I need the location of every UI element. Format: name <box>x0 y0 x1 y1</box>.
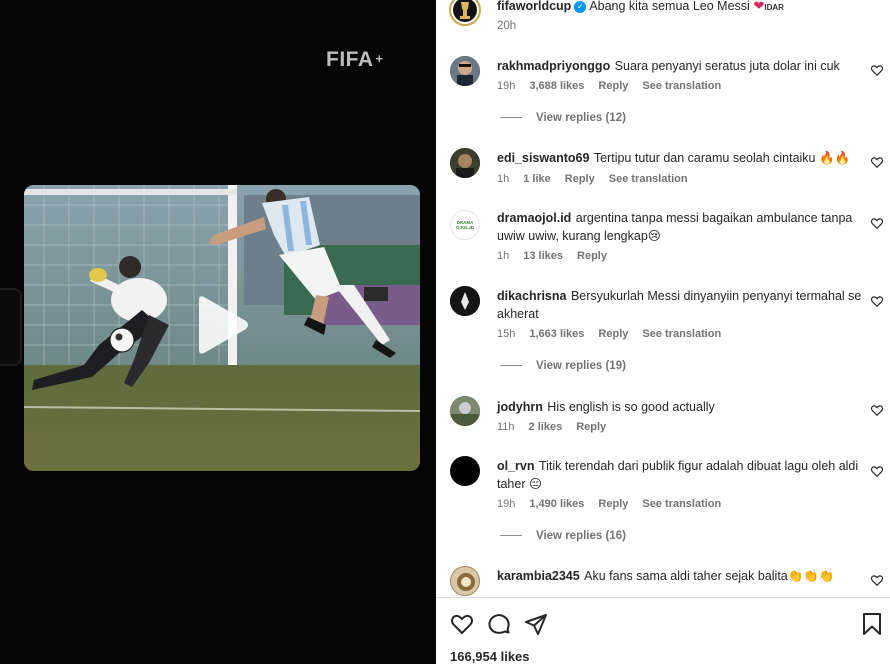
comment-meta: 1h 1 like Reply See translation <box>497 173 702 185</box>
see-translation-button[interactable]: See translation <box>642 80 721 92</box>
comment-icon[interactable] <box>487 612 511 636</box>
comment-time: 19h <box>497 498 516 510</box>
caption-line: fifaworldcup ✓ Abang kita semua Leo Messi … <box>497 0 784 15</box>
comment-likes[interactable]: 1 like <box>523 173 551 185</box>
post-time: 20h <box>497 20 517 32</box>
heart-icon[interactable] <box>870 216 884 230</box>
heart-emoji-icon: ❤ <box>753 0 765 13</box>
comment-username[interactable]: karambia2345 <box>497 569 580 583</box>
heart-icon[interactable] <box>870 155 884 169</box>
comment-body: edi_siswanto69 Tertipu tutur dan caramu … <box>497 149 862 167</box>
see-translation-button[interactable]: See translation <box>642 328 721 340</box>
previous-post-edge[interactable] <box>0 288 22 366</box>
user-photo <box>450 56 480 86</box>
comment-username[interactable]: dramaojol.id <box>497 211 571 225</box>
caption-tag: IDAR <box>764 3 784 12</box>
avatar-brand-text: DRAMA OJOL.ID <box>455 220 474 230</box>
reply-button[interactable]: Reply <box>598 328 628 340</box>
comment-time: 15h <box>497 328 516 340</box>
see-translation-button[interactable]: See translation <box>642 498 721 510</box>
reply-button[interactable]: Reply <box>576 421 606 433</box>
comment-time: 1h <box>497 173 510 185</box>
comment-text: Aku fans sama aldi taher sejak balita👏👏👏 <box>584 569 835 583</box>
comment-avatar[interactable] <box>450 566 480 596</box>
comment-time: 11h <box>497 421 515 433</box>
caption-text: Abang kita semua Leo Messi <box>589 0 750 13</box>
comment-likes[interactable]: 2 likes <box>529 421 563 433</box>
replies-divider <box>500 365 522 367</box>
reply-button[interactable]: Reply <box>598 498 628 510</box>
play-icon[interactable] <box>191 294 251 356</box>
comment-likes[interactable]: 1,663 likes <box>529 328 584 340</box>
comment-username[interactable]: dikachrisna <box>497 289 566 303</box>
comment-avatar[interactable] <box>450 396 480 426</box>
comment-text: Suara penyanyi seratus juta dolar ini cu… <box>614 59 840 73</box>
comment-body: rakhmadpriyonggo Suara penyanyi seratus … <box>497 57 862 75</box>
comment-username[interactable]: edi_siswanto69 <box>497 151 589 165</box>
heart-icon[interactable] <box>870 573 884 587</box>
post-actions-bar: 166,954 likes <box>436 597 890 664</box>
reply-button[interactable]: Reply <box>565 173 595 185</box>
reply-button[interactable]: Reply <box>598 80 628 92</box>
replies-divider <box>500 117 522 119</box>
comment-body: jodyhrn His english is so good actually <box>497 398 862 416</box>
comment-avatar[interactable]: DRAMA OJOL.ID <box>450 210 480 240</box>
post-media[interactable]: FIFA + <box>0 0 436 664</box>
comment-meta: 1h 13 likes Reply <box>497 250 621 262</box>
heart-icon[interactable] <box>870 63 884 77</box>
heart-icon[interactable] <box>870 294 884 308</box>
comment-body: dramaojol.id argentina tanpa messi bagai… <box>497 209 862 245</box>
comment-body: ol_rvn Titik terendah dari publik figur … <box>497 457 862 493</box>
comment-meta: 19h 3,688 likes Reply See translation <box>497 80 735 92</box>
comment-avatar[interactable] <box>450 148 480 178</box>
reply-button[interactable]: Reply <box>577 250 607 262</box>
author-avatar[interactable] <box>449 0 481 26</box>
user-photo <box>450 396 480 426</box>
comment-likes[interactable]: 1,490 likes <box>529 498 584 510</box>
comment-avatar[interactable] <box>450 286 480 316</box>
comment-time: 19h <box>497 80 516 92</box>
likes-count[interactable]: 166,954 likes <box>450 649 530 664</box>
replies-divider <box>500 535 522 537</box>
fifa-trophy-icon <box>453 0 477 22</box>
comment-username[interactable]: rakhmadpriyonggo <box>497 59 610 73</box>
comment-text: Titik terendah dari publik figur adalah … <box>497 459 859 491</box>
comments-panel: fifaworldcup ✓ Abang kita semua Leo Messi … <box>436 0 890 664</box>
like-heart-icon[interactable] <box>450 612 474 636</box>
comment-body: karambia2345 Aku fans sama aldi taher se… <box>497 567 862 585</box>
heart-icon[interactable] <box>870 403 884 417</box>
user-photo <box>457 573 475 591</box>
comment-meta: 15h 1,663 likes Reply See translation <box>497 328 735 340</box>
comment-likes[interactable]: 13 likes <box>523 250 563 262</box>
comment-username[interactable]: ol_rvn <box>497 459 535 473</box>
fifa-watermark: FIFA + <box>326 48 384 71</box>
comment-meta: 19h 1,490 likes Reply See translation <box>497 498 735 510</box>
share-icon[interactable] <box>524 612 548 636</box>
bookmark-icon[interactable] <box>860 612 884 636</box>
user-photo <box>450 148 480 178</box>
view-replies-button[interactable]: View replies (19) <box>500 360 626 372</box>
comment-text: His english is so good actually <box>547 400 715 414</box>
user-photo <box>450 286 480 316</box>
comment-meta: 11h 2 likes Reply <box>497 421 620 433</box>
comment-likes[interactable]: 3,688 likes <box>529 80 584 92</box>
comment-avatar[interactable] <box>450 56 480 86</box>
author-username[interactable]: fifaworldcup <box>497 0 571 13</box>
view-replies-button[interactable]: View replies (16) <box>500 530 626 542</box>
heart-icon[interactable] <box>870 464 884 478</box>
comment-text: Tertipu tutur dan caramu seolah cintaiku… <box>593 151 851 165</box>
verified-badge-icon: ✓ <box>574 1 587 13</box>
comment-time: 1h <box>497 250 510 262</box>
see-translation-button[interactable]: See translation <box>609 173 688 185</box>
view-replies-button[interactable]: View replies (12) <box>500 112 626 124</box>
comment-avatar[interactable] <box>450 456 480 486</box>
comment-username[interactable]: jodyhrn <box>497 400 543 414</box>
comment-body: dikachrisna Bersyukurlah Messi dinyanyii… <box>497 287 862 323</box>
